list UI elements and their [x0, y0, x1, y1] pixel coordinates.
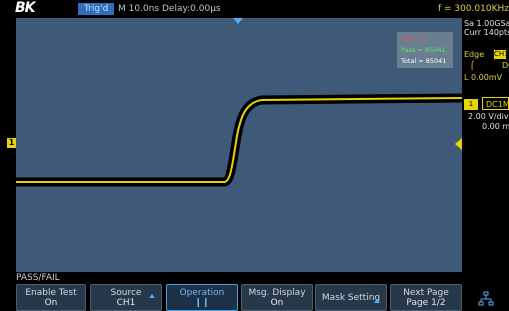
enable-test-label: Enable Test — [25, 288, 77, 298]
frequency-readout: f = 300.010KHz — [437, 4, 509, 14]
source-arrow-icon — [149, 294, 155, 298]
passfail-result-box: Fail = 0 Pass = 85041 Total = 85041 — [397, 32, 453, 68]
enable-test-button[interactable]: Enable Test On — [16, 284, 86, 311]
waveform-envelope — [16, 93, 462, 187]
channel-scale: 2.00 V/div — [468, 112, 509, 121]
rising-edge-icon: ⌠ — [470, 61, 475, 70]
network-icon — [478, 291, 494, 306]
brand-logo: BK — [15, 0, 36, 16]
pause-icon: ❙❙ — [194, 298, 210, 308]
top-status-bar: BK Trig'd M 10.0ns Delay:0.00μs f = 300.… — [0, 0, 509, 17]
pass-count: Pass = 85041 — [401, 46, 446, 54]
mask-setting-button[interactable]: Mask Setting — [315, 284, 387, 311]
trigger-coupling: DC — [502, 61, 509, 70]
channel-offset: 0.00 mV — [482, 122, 509, 131]
trigger-level-marker[interactable] — [455, 138, 462, 150]
channel-coupling-tag: DC1M — [482, 97, 509, 110]
channel-1-tag: 1 — [464, 99, 478, 110]
trigger-type: Edge — [464, 50, 485, 59]
msg-display-button[interactable]: Msg. Display On — [241, 284, 313, 311]
operation-button[interactable]: Operation ❙❙ — [166, 284, 238, 311]
timebase-readout: M 10.0ns — [118, 4, 160, 14]
right-info-panel: Sa 1.00GSa/s Curr 140pts Edge CH1 ⌠ DC L… — [462, 17, 509, 272]
memory-depth: Curr 140pts — [464, 28, 509, 37]
trigger-position-marker[interactable] — [233, 18, 243, 24]
waveform-svg — [16, 93, 462, 187]
trigger-status-badge: Trig'd — [78, 3, 115, 15]
channel-1-ground-marker[interactable]: 1 — [7, 138, 16, 148]
trigger-source-badge: CH1 — [494, 50, 509, 59]
enable-test-value: On — [44, 298, 58, 308]
next-page-button[interactable]: Next Page Page 1/2 — [390, 284, 462, 311]
menu-title: PASS/FAIL — [16, 273, 60, 283]
fail-count: Fail = 0 — [401, 35, 426, 43]
operation-label: Operation — [179, 288, 225, 298]
next-page-value: Page 1/2 — [406, 298, 446, 308]
source-value: CH1 — [116, 298, 136, 308]
next-page-label: Next Page — [403, 288, 449, 298]
waveform-display[interactable] — [16, 18, 462, 272]
source-button[interactable]: Source CH1 — [90, 284, 162, 311]
msg-display-label: Msg. Display — [248, 288, 306, 298]
total-count: Total = 85041 — [401, 57, 447, 65]
msg-display-value: On — [270, 298, 284, 308]
mask-setting-arrow-icon — [374, 299, 380, 303]
trigger-level: L 0.00mV — [464, 73, 503, 82]
delay-readout: Delay:0.00μs — [162, 4, 221, 14]
